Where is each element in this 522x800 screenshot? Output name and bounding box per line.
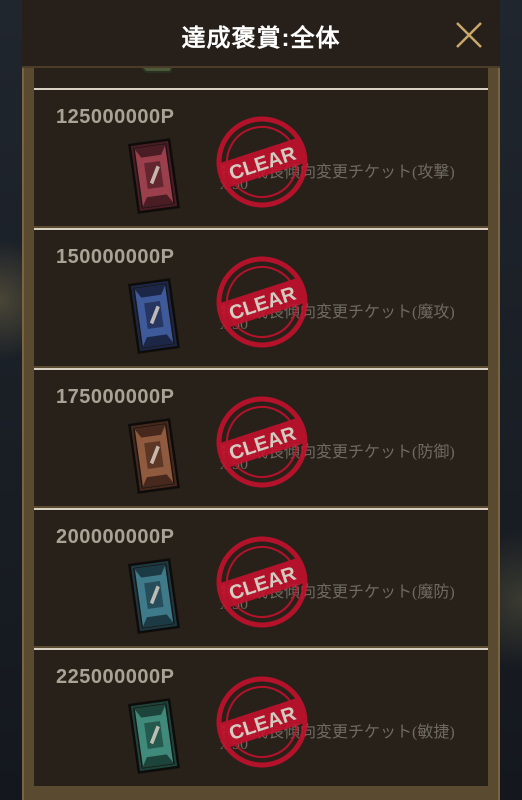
reward-list[interactable]: 125000000P 特殊成長傾向変更チケット(攻撃) x 50 CLEAR 1… — [34, 68, 488, 800]
reward-row[interactable]: 125000000P 特殊成長傾向変更チケット(攻撃) x 50 CLEAR — [34, 88, 488, 226]
ticket-icon — [128, 418, 180, 494]
reward-row[interactable]: 175000000P 特殊成長傾向変更チケット(防御) x 50 CLEAR — [34, 368, 488, 506]
stamp-text: CLEAR — [226, 563, 299, 605]
ticket-icon — [128, 278, 180, 354]
reward-row[interactable]: 225000000P 特殊成長傾向変更チケット(敏捷) x 50 CLEAR — [34, 648, 488, 786]
close-x-icon[interactable] — [454, 20, 484, 50]
reward-row[interactable]: 200000000P 特殊成長傾向変更チケット(魔防) x 50 CLEAR — [34, 508, 488, 646]
reward-points: 200000000P — [56, 526, 175, 548]
ticket-icon — [128, 138, 180, 214]
ticket-icon — [140, 68, 174, 73]
dialog-header: 達成褒賞:全体 — [22, 0, 500, 68]
reward-row-partial — [34, 68, 488, 90]
reward-points: 225000000P — [56, 666, 175, 688]
stamp-text: CLEAR — [226, 143, 299, 185]
dialog-title: 達成褒賞:全体 — [181, 25, 341, 52]
clear-stamp-icon: CLEAR — [216, 116, 308, 208]
ticket-icon — [128, 558, 180, 634]
ticket-icon — [128, 698, 180, 774]
reward-points: 125000000P — [56, 106, 175, 128]
stamp-text: CLEAR — [226, 703, 299, 745]
reward-row[interactable]: 150000000P 特殊成長傾向変更チケット(魔攻) x 50 CLEAR — [34, 228, 488, 366]
clear-stamp-icon: CLEAR — [216, 676, 308, 768]
reward-points: 175000000P — [56, 386, 175, 408]
reward-points: 150000000P — [56, 246, 175, 268]
stamp-text: CLEAR — [226, 423, 299, 465]
clear-stamp-icon: CLEAR — [216, 536, 308, 628]
clear-stamp-icon: CLEAR — [216, 256, 308, 348]
clear-stamp-icon: CLEAR — [216, 396, 308, 488]
stamp-text: CLEAR — [226, 283, 299, 325]
